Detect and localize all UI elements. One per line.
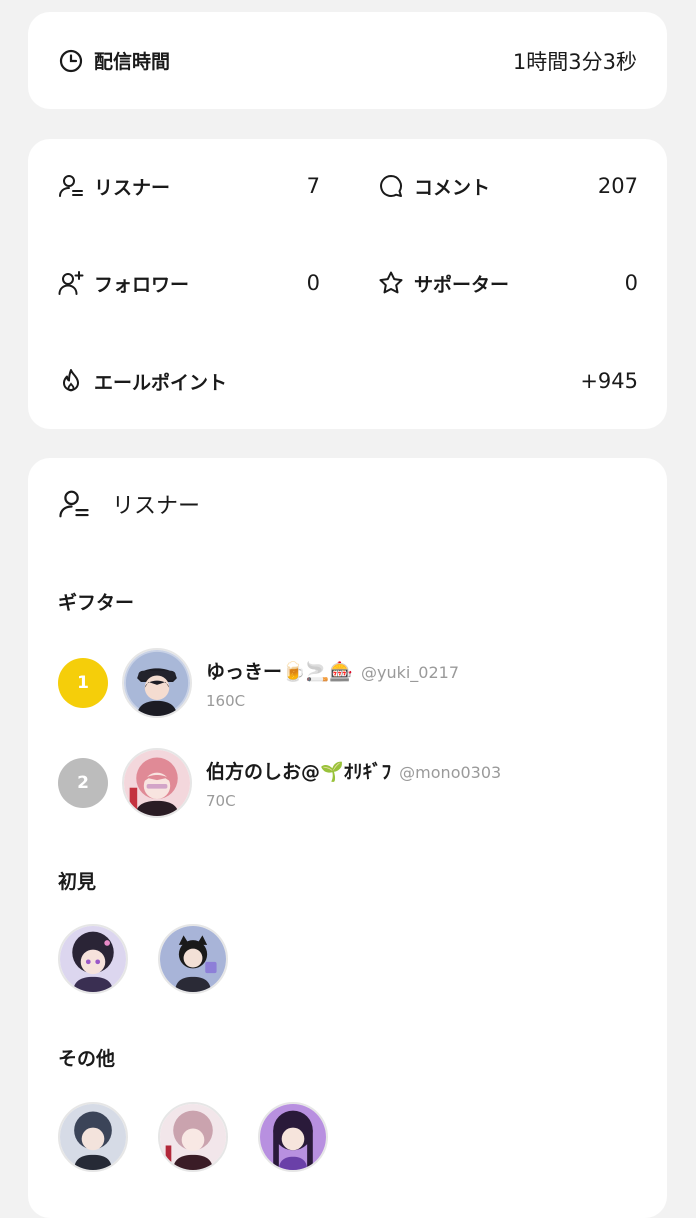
avatar[interactable] xyxy=(258,1102,328,1172)
gifter-handle: @yuki_0217 xyxy=(360,662,460,682)
stat-supporters-value: 0 xyxy=(624,271,638,295)
stat-listeners-value: 7 xyxy=(306,174,320,198)
others-heading: その他 xyxy=(58,1048,116,1070)
listener-icon xyxy=(58,173,84,199)
stat-followers-value: 0 xyxy=(306,271,320,295)
stat-cheer-points-value: +945 xyxy=(580,369,638,393)
stat-listeners-label: リスナー xyxy=(94,176,171,199)
avatar[interactable] xyxy=(58,924,128,994)
broadcast-time-value: 1時間3分3秒 xyxy=(512,49,637,74)
gifter-row[interactable]: 2 伯方のしお@🌱ｵﾘｷﾞﾌ @mono0303 70C xyxy=(58,747,647,819)
stat-supporters-label: サポーター xyxy=(414,273,510,296)
avatar[interactable] xyxy=(158,1102,228,1172)
listeners-section-title: リスナー xyxy=(58,488,200,520)
gifter-info: ゆっきー🍺🚬🎰 @yuki_0217 160C xyxy=(206,657,459,710)
listeners-card: リスナー ギフター 1 ゆっきー🍺🚬🎰 @yuki_0217 160C 2 伯方… xyxy=(28,458,667,1218)
star-icon xyxy=(378,270,404,296)
stat-cheer-points: エールポイント +945 xyxy=(58,363,638,399)
stat-comments: コメント 207 xyxy=(378,168,638,204)
broadcast-time-row: 配信時間 1時間3分3秒 xyxy=(58,12,637,109)
avatar[interactable] xyxy=(158,924,228,994)
broadcast-time-card: 配信時間 1時間3分3秒 xyxy=(28,12,667,109)
stat-comments-value: 207 xyxy=(597,174,638,198)
follower-add-icon xyxy=(58,270,84,296)
avatar[interactable] xyxy=(122,648,192,718)
avatar[interactable] xyxy=(122,748,192,818)
stats-card: リスナー 7 コメント 207 フォロワー 0 サポーター 0 エールポイント … xyxy=(28,139,667,429)
gifter-row[interactable]: 1 ゆっきー🍺🚬🎰 @yuki_0217 160C xyxy=(58,647,647,719)
flame-icon xyxy=(58,368,84,394)
gifter-coins: 70C xyxy=(206,791,236,810)
listeners-title-text: リスナー xyxy=(112,494,201,519)
broadcast-time-label: 配信時間 xyxy=(94,51,171,73)
first-time-avatars xyxy=(58,924,228,994)
gifter-info: 伯方のしお@🌱ｵﾘｷﾞﾌ @mono0303 70C xyxy=(206,757,501,810)
clock-icon xyxy=(58,48,84,74)
stat-cheer-points-label: エールポイント xyxy=(94,371,228,394)
comment-icon xyxy=(378,173,404,199)
others-avatars xyxy=(58,1102,328,1172)
avatar[interactable] xyxy=(58,1102,128,1172)
gifter-coins: 160C xyxy=(206,691,246,710)
gifter-handle: @mono0303 xyxy=(399,762,502,782)
first-time-heading: 初見 xyxy=(58,871,97,893)
listener-icon xyxy=(58,488,90,520)
rank-badge: 1 xyxy=(58,658,108,708)
gifter-name: ゆっきー🍺🚬🎰 xyxy=(206,660,353,683)
gifter-name: 伯方のしお@🌱ｵﾘｷﾞﾌ xyxy=(206,760,392,783)
gifters-heading: ギフター xyxy=(58,592,135,614)
stat-listeners: リスナー 7 xyxy=(58,168,320,204)
rank-badge: 2 xyxy=(58,758,108,808)
stat-followers: フォロワー 0 xyxy=(58,265,320,301)
stat-followers-label: フォロワー xyxy=(94,273,190,296)
stat-supporters: サポーター 0 xyxy=(378,265,638,301)
stat-comments-label: コメント xyxy=(414,176,491,199)
